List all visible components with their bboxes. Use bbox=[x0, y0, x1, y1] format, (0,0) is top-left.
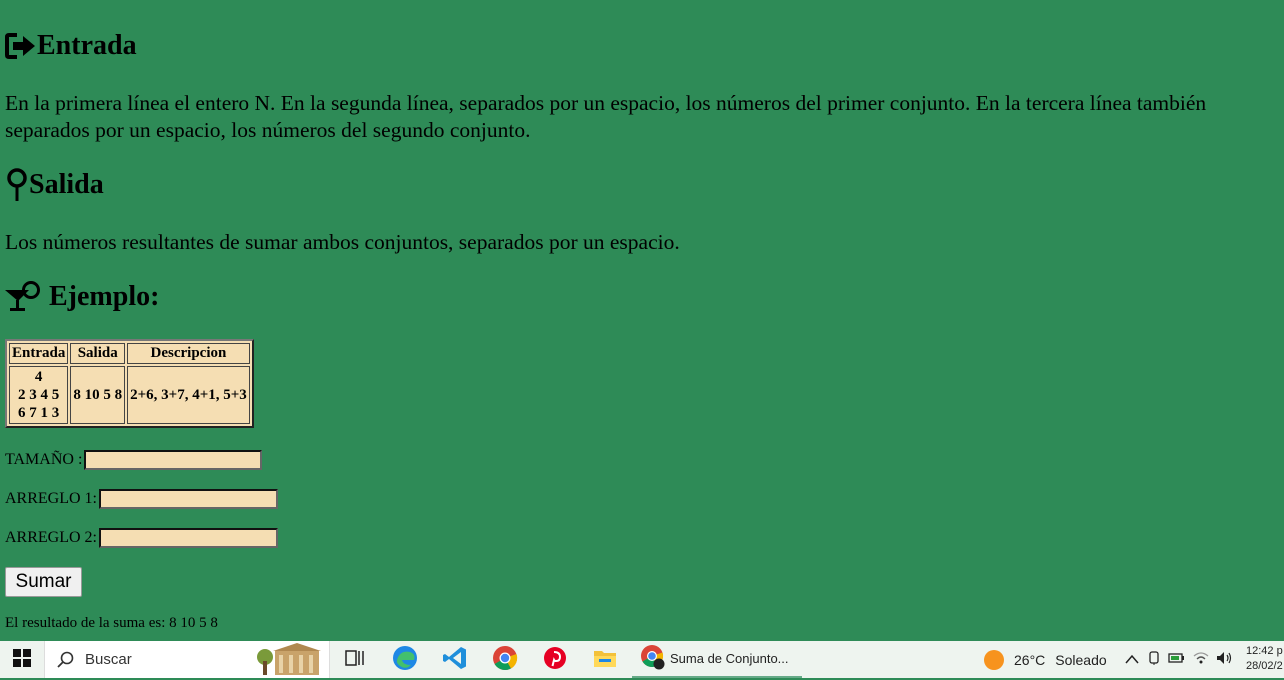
vscode-icon bbox=[442, 645, 468, 674]
salida-description: Los números resultantes de sumar ambos c… bbox=[5, 230, 680, 254]
pinterest-button[interactable] bbox=[530, 641, 580, 678]
weather-condition: Soleado bbox=[1055, 651, 1107, 668]
table-cell-descripcion: 2+6, 3+7, 4+1, 5+3 bbox=[127, 366, 250, 424]
taskbar-search[interactable]: Buscar bbox=[44, 641, 330, 678]
task-view-button[interactable] bbox=[330, 641, 380, 678]
entrada-description: En la primera línea el entero N. En la s… bbox=[5, 91, 1207, 142]
clock-time: 12:42 p bbox=[1246, 645, 1283, 657]
pen-icon[interactable] bbox=[1146, 650, 1162, 669]
table-header-entrada: Entrada bbox=[9, 343, 69, 364]
task-view-icon bbox=[345, 649, 365, 670]
vscode-button[interactable] bbox=[430, 641, 480, 678]
table-row: 4 2 3 4 5 6 7 1 3 8 10 5 8 2+6, 3+7, 4+1… bbox=[9, 366, 250, 424]
temperature: 26°C bbox=[1014, 651, 1046, 668]
arreglo2-input[interactable] bbox=[99, 528, 278, 548]
salida-heading: Salida bbox=[5, 168, 104, 202]
sun-icon bbox=[984, 649, 1004, 670]
salida-title: Salida bbox=[29, 169, 104, 200]
arreglo1-input[interactable] bbox=[99, 489, 278, 509]
volume-icon[interactable] bbox=[1216, 651, 1234, 668]
example-table: Entrada Salida Descripcion 4 2 3 4 5 6 7… bbox=[5, 339, 254, 428]
entrada-heading: Entrada bbox=[5, 30, 137, 62]
map-pin-icon bbox=[5, 168, 29, 202]
pinterest-icon bbox=[543, 646, 567, 673]
table-cell-entrada: 4 2 3 4 5 6 7 1 3 bbox=[9, 366, 69, 424]
ejemplo-heading: Ejemplo: bbox=[5, 280, 159, 314]
cocktail-icon bbox=[5, 280, 41, 314]
entrada-line-3: 6 7 1 3 bbox=[18, 405, 60, 421]
arreglo1-label: ARREGLO 1: bbox=[5, 490, 97, 507]
tamano-input[interactable] bbox=[84, 450, 263, 470]
chevron-up-icon[interactable] bbox=[1124, 652, 1140, 668]
windows-icon bbox=[13, 649, 31, 670]
wifi-icon[interactable] bbox=[1192, 651, 1210, 668]
edge-icon bbox=[392, 645, 418, 674]
tamano-label: TAMAÑO : bbox=[5, 451, 83, 468]
search-placeholder: Buscar bbox=[85, 651, 132, 668]
chrome-profile-icon bbox=[640, 644, 666, 673]
system-tray bbox=[1124, 641, 1234, 678]
entrada-title: Entrada bbox=[37, 30, 137, 61]
result-text: El resultado de la suma es: 8 10 5 8 bbox=[5, 615, 218, 631]
entrada-line-1: 4 bbox=[34, 369, 43, 385]
taskbar: Buscar Suma de Conjunto... 26°C Soleado … bbox=[0, 641, 1284, 678]
arreglo2-label: ARREGLO 2: bbox=[5, 529, 97, 546]
table-cell-salida: 8 10 5 8 bbox=[70, 366, 126, 424]
battery-icon[interactable] bbox=[1168, 651, 1186, 668]
table-header-descripcion: Descripcion bbox=[127, 343, 250, 364]
search-highlight-icon bbox=[255, 643, 323, 680]
clock-date: 28/02/2 bbox=[1246, 660, 1283, 672]
arreglo2-row: ARREGLO 2: bbox=[5, 528, 278, 548]
table-header-salida: Salida bbox=[70, 343, 126, 364]
folder-icon bbox=[593, 647, 617, 672]
sign-in-icon bbox=[5, 31, 37, 61]
clock[interactable]: 12:42 p 28/02/2 bbox=[1246, 644, 1283, 674]
edge-button[interactable] bbox=[380, 641, 430, 678]
chrome-button[interactable] bbox=[480, 641, 530, 678]
sumar-button[interactable]: Sumar bbox=[5, 567, 82, 597]
tamano-row: TAMAÑO : bbox=[5, 450, 263, 470]
start-button[interactable] bbox=[0, 641, 44, 678]
chrome-icon bbox=[492, 645, 518, 674]
arreglo1-row: ARREGLO 1: bbox=[5, 489, 278, 509]
weather-widget[interactable]: 26°C Soleado bbox=[984, 641, 1107, 678]
search-icon bbox=[57, 651, 75, 669]
active-window-title: Suma de Conjunto... bbox=[670, 651, 789, 666]
entrada-line-2: 2 3 4 5 bbox=[18, 387, 60, 403]
file-explorer-button[interactable] bbox=[580, 641, 630, 678]
active-window-button[interactable]: Suma de Conjunto... bbox=[632, 641, 802, 678]
ejemplo-title: Ejemplo: bbox=[49, 281, 160, 312]
table-header-row: Entrada Salida Descripcion bbox=[9, 343, 250, 364]
